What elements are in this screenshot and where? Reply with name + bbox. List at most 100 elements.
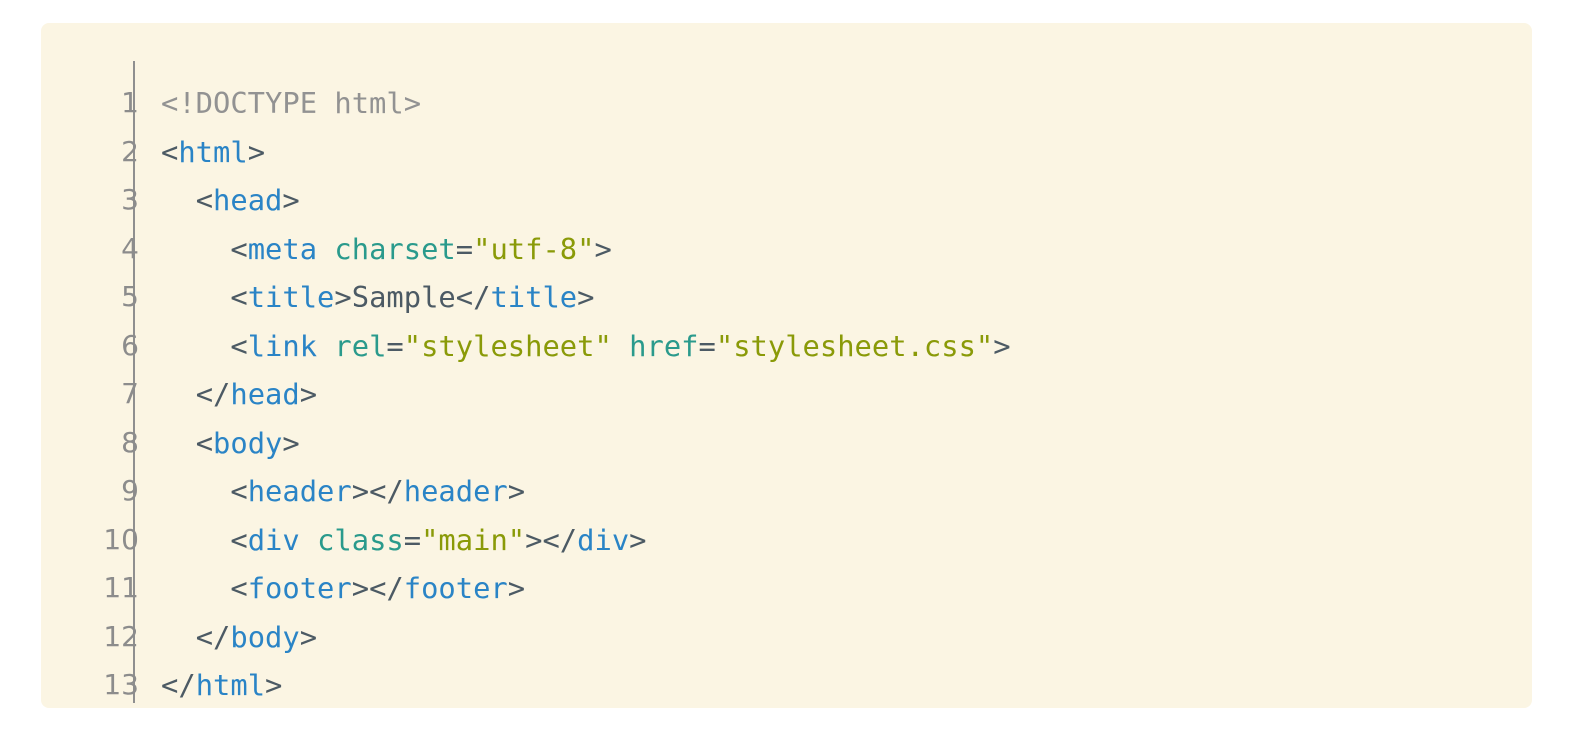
code-token-tag: header xyxy=(247,474,352,508)
code-block: 1 2 3 4 5 6 7 8 9 10 11 12 13 <!DOCTYPE html> <html> … xyxy=(41,23,1532,708)
code-token-punct: = xyxy=(403,522,422,557)
code-token-punct: > xyxy=(282,425,300,460)
code-line: <header></header> xyxy=(161,467,1532,516)
code-token-text: Sample xyxy=(351,280,456,314)
code-token-punct: > xyxy=(577,280,595,314)
code-token-punct: < xyxy=(161,134,179,169)
code-token-punct: > xyxy=(247,134,266,169)
code-line: <link rel="stylesheet" href="stylesheet.… xyxy=(161,322,1532,371)
code-token-punct: </ xyxy=(195,377,231,411)
code-token-tag: html xyxy=(178,134,248,169)
code-content: <!DOCTYPE html> <html> <head> <meta chars… xyxy=(161,79,1532,710)
code-token-punct: < xyxy=(230,328,248,363)
code-token-punct: > xyxy=(282,183,300,217)
code-token-str: "utf-8" xyxy=(473,231,595,266)
code-token-punct: = xyxy=(455,231,474,266)
code-line: </body> xyxy=(161,613,1532,662)
code-token-punct: </ xyxy=(455,280,491,314)
code-token-doctype: <!DOCTYPE html> xyxy=(161,86,422,120)
code-line: <div class="main"></div> xyxy=(161,516,1532,565)
code-token-str: "stylesheet.css" xyxy=(715,328,994,363)
line-number: 11 xyxy=(103,571,139,604)
line-number: 8 xyxy=(121,425,139,459)
code-token-tag: title xyxy=(490,280,578,314)
code-line: <html> xyxy=(161,128,1532,177)
line-number: 4 xyxy=(121,231,139,265)
code-token-tag: div xyxy=(247,522,300,557)
code-token-punct: ></ xyxy=(525,522,578,557)
code-token-tag: head xyxy=(230,377,300,411)
code-token-tag: html xyxy=(195,668,266,702)
code-token-attr: class xyxy=(317,522,404,557)
line-number: 12 xyxy=(103,619,139,653)
code-token-punct: > xyxy=(334,280,352,314)
code-token-punct: < xyxy=(230,280,248,314)
code-token-punct: < xyxy=(230,231,248,266)
code-token-tag: head xyxy=(213,183,283,217)
code-token-tag: title xyxy=(247,280,335,314)
code-token-punct: > xyxy=(594,231,612,266)
line-number: 7 xyxy=(121,377,139,410)
code-line: <title>Sample</title> xyxy=(161,273,1532,322)
code-token-tag: body xyxy=(213,425,283,460)
code-token-punct: > xyxy=(265,668,283,702)
line-number: 6 xyxy=(121,328,139,362)
code-token-tag: footer xyxy=(247,571,352,605)
code-token-punct: > xyxy=(507,474,526,508)
code-token-tag: header xyxy=(403,474,508,508)
code-token-attr: rel xyxy=(334,328,387,363)
code-token-tag: div xyxy=(577,522,630,557)
code-line: <head> xyxy=(161,176,1532,225)
code-token-punct: </ xyxy=(195,619,231,654)
code-token-tag: meta xyxy=(247,231,318,266)
code-token-punct: > xyxy=(993,328,1011,363)
line-number: 9 xyxy=(121,474,139,507)
line-number: 2 xyxy=(121,134,139,168)
code-line: <meta charset="utf-8"> xyxy=(161,225,1532,274)
code-token-punct: = xyxy=(386,328,404,363)
code-token-str: "stylesheet" xyxy=(403,328,612,363)
code-line: <body> xyxy=(161,419,1532,468)
code-token-attr: href xyxy=(629,328,699,363)
code-token-punct: = xyxy=(698,328,716,363)
code-token-punct: </ xyxy=(161,668,196,702)
code-token-punct: ></ xyxy=(351,474,404,508)
line-number: 10 xyxy=(103,522,139,556)
code-token-punct: < xyxy=(195,425,214,460)
code-token-punct: ></ xyxy=(351,571,404,605)
code-token-punct: > xyxy=(299,377,318,411)
code-token-punct: > xyxy=(299,619,318,654)
code-token-tag: footer xyxy=(403,571,508,605)
line-number: 3 xyxy=(121,183,139,216)
line-number: 1 xyxy=(121,86,139,119)
code-token-punct: < xyxy=(230,474,248,508)
code-line: <footer></footer> xyxy=(161,564,1532,613)
code-line: </head> xyxy=(161,370,1532,419)
code-token-punct: < xyxy=(230,571,248,605)
code-token-str: "main" xyxy=(421,522,526,557)
code-token-tag: body xyxy=(230,619,300,654)
code-token-punct: > xyxy=(629,522,647,557)
line-number-gutter: 1 2 3 4 5 6 7 8 9 10 11 12 13 xyxy=(41,79,151,710)
line-number: 13 xyxy=(103,668,139,701)
code-line: </html> xyxy=(161,661,1532,710)
code-line: <!DOCTYPE html> xyxy=(161,79,1532,128)
code-token-punct: < xyxy=(230,522,248,557)
code-token-punct: > xyxy=(507,571,526,605)
line-number: 5 xyxy=(121,280,139,313)
code-token-attr: charset xyxy=(334,231,456,266)
